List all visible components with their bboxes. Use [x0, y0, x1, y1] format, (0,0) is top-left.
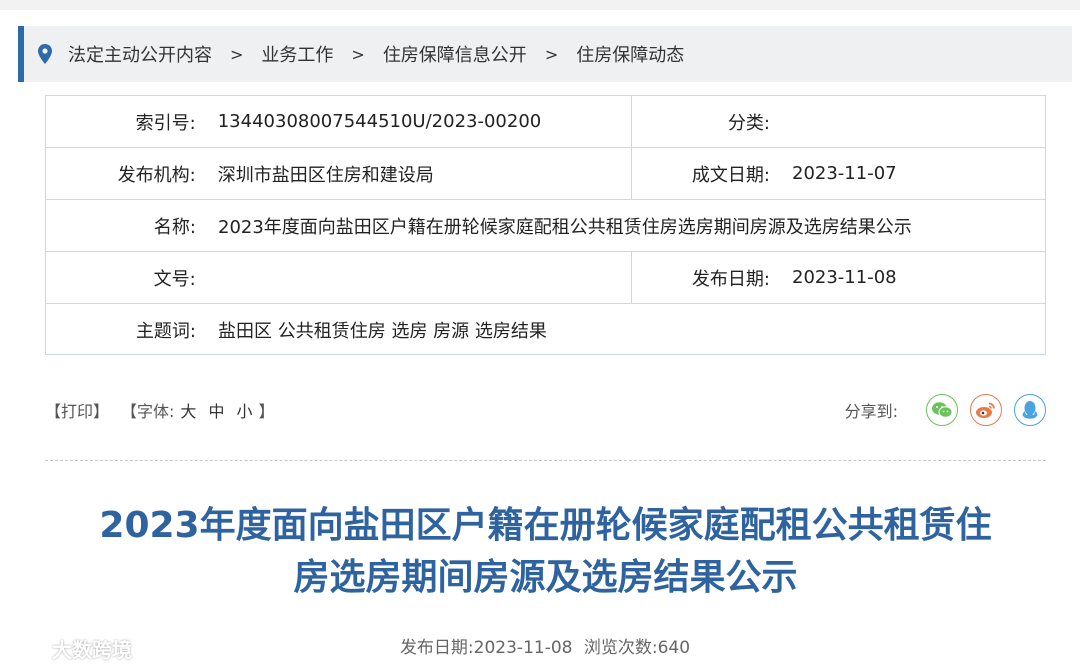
article-publish-date: 发布日期:2023-11-08 — [399, 638, 573, 658]
qq-icon — [1022, 401, 1038, 419]
font-size-suffix: 】 — [258, 402, 275, 421]
top-strip — [0, 0, 1080, 10]
docno-value — [206, 252, 631, 303]
article-title: 2023年度面向盐田区户籍在册轮候家庭配租公共租赁住 房选房期间房源及选房结果公… — [45, 500, 1046, 604]
font-size-prefix: 【字体: — [121, 402, 175, 421]
chevron-right-icon: > — [230, 44, 244, 64]
qq-share-button[interactable] — [1014, 394, 1046, 426]
chevron-right-icon: > — [351, 44, 365, 64]
wechat-share-button[interactable] — [926, 394, 958, 426]
meta-row-publisher: 发布机构: 深圳市盐田区住房和建设局 成文日期: 2023-11-07 — [46, 148, 1045, 200]
breadcrumb: 法定主动公开内容 > 业务工作 > 住房保障信息公开 > 住房保障动态 — [18, 26, 1072, 82]
article-title-line-2: 房选房期间房源及选房结果公示 — [293, 557, 798, 598]
article-publish-info: 发布日期:2023-11-08 浏览次数:640 — [0, 633, 1080, 658]
metadata-table: 索引号: 13440308007544510U/2023-00200 分类: 发… — [45, 95, 1046, 355]
meta-row-name: 名称: 2023年度面向盐田区户籍在册轮候家庭配租公共租赁住房选房期间房源及选房… — [46, 200, 1045, 252]
share-group: 分享到: — [845, 394, 1046, 426]
publisher-label: 发布机构: — [117, 164, 196, 186]
breadcrumb-item-housing-news[interactable]: 住房保障动态 — [576, 41, 684, 67]
wechat-icon — [932, 402, 953, 418]
print-button[interactable]: 【打印】 — [45, 398, 109, 422]
published-date-value: 2023-11-08 — [792, 267, 897, 288]
watermark-text: 大数跨境 — [52, 638, 132, 662]
chevron-right-icon: > — [544, 44, 559, 64]
meta-row-keywords: 主题词: 盐田区 公共租赁住房 选房 房源 选房结果 — [46, 304, 1045, 355]
weibo-icon — [976, 402, 995, 418]
published-date-label: 发布日期: — [691, 268, 770, 290]
keywords-label: 主题词: — [135, 320, 196, 342]
index-value: 13440308007544510U/2023-00200 — [217, 111, 542, 132]
font-medium-button[interactable]: 中 — [208, 398, 224, 422]
created-date-value: 2023-11-07 — [792, 163, 897, 184]
article-view-count: 浏览次数:640 — [583, 638, 691, 658]
meta-row-docno: 文号: 发布日期: 2023-11-08 — [46, 252, 1045, 304]
font-large-button[interactable]: 大 — [180, 398, 196, 422]
watermark-logo-icon — [10, 641, 47, 656]
publisher-value: 深圳市盐田区住房和建设局 — [217, 164, 434, 186]
article-toolbar: 【打印】 【字体: 大 中 小 】 分享到: — [45, 392, 1046, 428]
breadcrumb-item-business[interactable]: 业务工作 — [261, 41, 333, 67]
created-date-label: 成文日期: — [691, 164, 770, 186]
location-pin-icon — [38, 44, 52, 64]
dashed-divider — [45, 460, 1046, 461]
breadcrumb-item-public-content[interactable]: 法定主动公开内容 — [68, 41, 212, 67]
share-label: 分享到: — [844, 402, 898, 421]
breadcrumb-item-housing-info[interactable]: 住房保障信息公开 — [383, 41, 527, 67]
category-label: 分类: — [727, 112, 770, 134]
article-title-line-1: 2023年度面向盐田区户籍在册轮候家庭配租公共租赁住 — [99, 505, 992, 546]
font-small-button[interactable]: 小 — [236, 398, 252, 422]
name-label: 名称: — [153, 216, 196, 238]
docno-label: 文号: — [153, 268, 196, 290]
meta-row-index: 索引号: 13440308007544510U/2023-00200 分类: — [46, 96, 1045, 148]
index-label: 索引号: — [135, 112, 196, 134]
category-value — [780, 96, 792, 147]
weibo-share-button[interactable] — [970, 394, 1002, 426]
name-value: 2023年度面向盐田区户籍在册轮候家庭配租公共租赁住房选房期间房源及选房结果公示 — [218, 216, 912, 238]
keywords-value: 盐田区 公共租赁住房 选房 房源 选房结果 — [218, 320, 547, 342]
watermark: 大数跨境 — [8, 634, 132, 663]
